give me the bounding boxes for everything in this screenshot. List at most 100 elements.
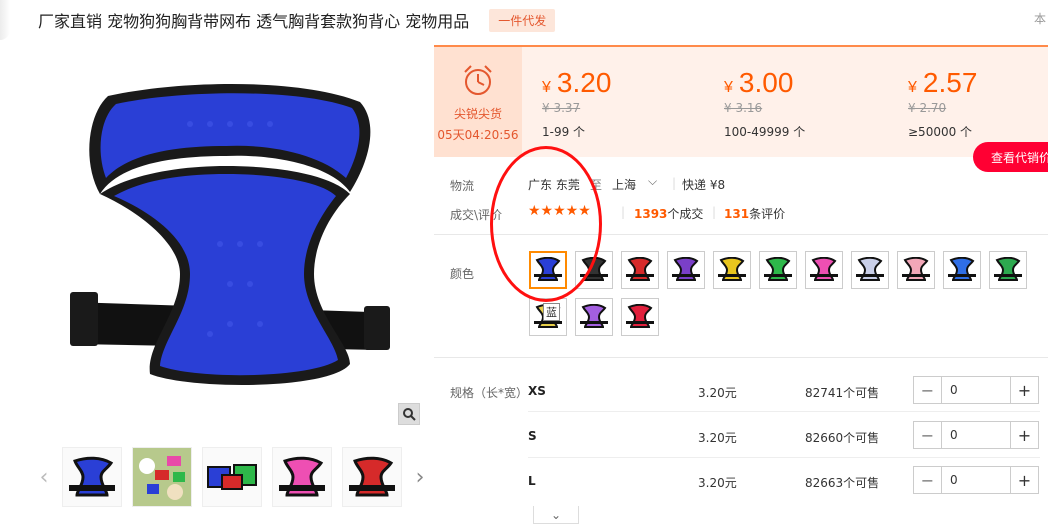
spec-stock: 82741个可售 (805, 386, 880, 400)
color-swatch[interactable] (667, 251, 705, 289)
logistics-to-word: 至 (590, 178, 603, 192)
expand-chevron-icon[interactable]: ⌄ (533, 506, 579, 524)
quantity-input[interactable]: 0 (942, 377, 1010, 403)
harness-icon (764, 257, 792, 281)
flash-sale-label: 尖锐尖货 (453, 107, 502, 121)
thumbnail-pink-harness[interactable] (272, 447, 332, 507)
color-tooltip: 蓝 (543, 303, 560, 321)
flash-sale-countdown: 05天04:20:56 (437, 128, 519, 142)
quantity-input[interactable]: 0 (942, 467, 1010, 493)
reviews-suffix: 条评价 (749, 207, 786, 221)
harness-icon (534, 257, 562, 281)
thumbnail-red-harness[interactable] (342, 447, 402, 507)
color-label: 颜色 (450, 267, 475, 281)
plus-icon[interactable]: + (1010, 467, 1038, 493)
spec-stock: 82663个可售 (805, 476, 880, 490)
chevron-down-icon[interactable]: ⌵ (648, 174, 657, 189)
color-swatch[interactable] (713, 251, 751, 289)
shipping-fee: 快递 ¥8 (682, 178, 726, 192)
dropship-badge[interactable]: 一件代发 (489, 8, 556, 32)
rating-stars: ★★★★★ (528, 203, 591, 219)
harness-icon (994, 257, 1022, 281)
harness-icon (948, 257, 976, 281)
tier-price: 3.20 (556, 67, 612, 98)
color-swatch[interactable] (943, 251, 981, 289)
deals-suffix: 个成交 (667, 207, 704, 221)
color-swatch[interactable] (575, 298, 613, 336)
tier-quantity: 1-99 个 (542, 125, 586, 139)
color-swatch[interactable] (989, 251, 1027, 289)
row-divider (528, 457, 1040, 458)
thumbnail-strip: ‹ › (36, 445, 428, 509)
thumb-prev-arrow-icon[interactable]: ‹ (36, 457, 52, 497)
harness-icon (902, 257, 930, 281)
minus-icon[interactable]: − (914, 377, 942, 403)
spec-size-name: XS (528, 384, 546, 398)
harness-icon (856, 257, 884, 281)
spec-price: 3.20元 (698, 476, 737, 490)
main-product-image[interactable] (30, 44, 422, 430)
corner-text: 本 (1033, 12, 1046, 26)
price-tier-1: ¥3.20 ¥ 3.37 1-99 个 (542, 47, 611, 140)
currency-symbol: ¥ (542, 79, 551, 96)
thumbnail-dogs-photo[interactable] (132, 447, 192, 507)
logistics-from: 广东 东莞 (528, 178, 580, 192)
deals-count: 1393 (634, 207, 668, 221)
tier-price: 3.00 (738, 67, 794, 98)
thumb-next-arrow-icon[interactable]: › (412, 457, 428, 497)
color-swatch[interactable] (805, 251, 843, 289)
color-swatch[interactable] (621, 298, 659, 336)
separator: | (712, 205, 717, 219)
tier-quantity: 100-49999 个 (724, 125, 806, 139)
harness-icon (626, 304, 654, 328)
thumbnail-blue-harness[interactable] (62, 447, 122, 507)
tier-price: 2.57 (922, 67, 978, 98)
harness-icon (626, 257, 654, 281)
color-swatch[interactable] (851, 251, 889, 289)
price-tier-2: ¥3.00 ¥ 3.16 100-49999 个 (724, 47, 805, 140)
quantity-stepper: − 0 + (913, 421, 1039, 449)
quantity-stepper: − 0 + (913, 376, 1039, 404)
separator: | (672, 176, 677, 190)
tier-original-price: ¥ 3.37 (542, 101, 581, 115)
sales-label: 成交\评价 (450, 208, 503, 222)
color-swatch[interactable] (621, 251, 659, 289)
spec-stock: 82660个可售 (805, 431, 880, 445)
price-panel: 尖锐尖货 05天04:20:56 ¥3.20 ¥ 3.37 1-99 个 ¥3.… (434, 45, 1048, 157)
minus-icon[interactable]: − (914, 422, 942, 448)
minus-icon[interactable]: − (914, 467, 942, 493)
harness-icon (810, 257, 838, 281)
alarm-clock-icon (464, 65, 492, 95)
currency-symbol: ¥ (908, 79, 917, 96)
plus-icon[interactable]: + (1010, 422, 1038, 448)
color-swatch[interactable] (529, 251, 567, 289)
flash-sale-box: 尖锐尖货 05天04:20:56 (434, 47, 522, 157)
logistics-destination-select[interactable]: 上海 (612, 176, 636, 193)
magnifier-icon (403, 408, 416, 421)
deals-count-group[interactable]: 1393个成交 (634, 205, 703, 222)
tier-original-price: ¥ 2.70 (908, 101, 947, 115)
view-dropship-price-button[interactable]: 查看代销价 (973, 142, 1048, 172)
reviews-count: 131 (724, 207, 750, 221)
logistics-label: 物流 (450, 179, 475, 193)
currency-symbol: ¥ (724, 79, 733, 96)
harness-icon (580, 304, 608, 328)
window-edge (0, 0, 10, 40)
spec-size-name: S (528, 429, 537, 443)
spec-price: 3.20元 (698, 431, 737, 445)
zoom-button[interactable] (398, 403, 420, 425)
divider (434, 234, 1048, 235)
spec-size-name: L (528, 474, 536, 488)
harness-icon (580, 257, 608, 281)
row-divider (528, 411, 1040, 412)
quantity-stepper: − 0 + (913, 466, 1039, 494)
plus-icon[interactable]: + (1010, 377, 1038, 403)
color-swatch[interactable] (575, 251, 613, 289)
color-swatch[interactable] (897, 251, 935, 289)
divider (434, 357, 1048, 358)
quantity-input[interactable]: 0 (942, 422, 1010, 448)
spec-price: 3.20元 (698, 386, 737, 400)
thumbnail-multi-harness[interactable] (202, 447, 262, 507)
reviews-count-group[interactable]: 131条评价 (724, 205, 785, 222)
color-swatch[interactable] (759, 251, 797, 289)
